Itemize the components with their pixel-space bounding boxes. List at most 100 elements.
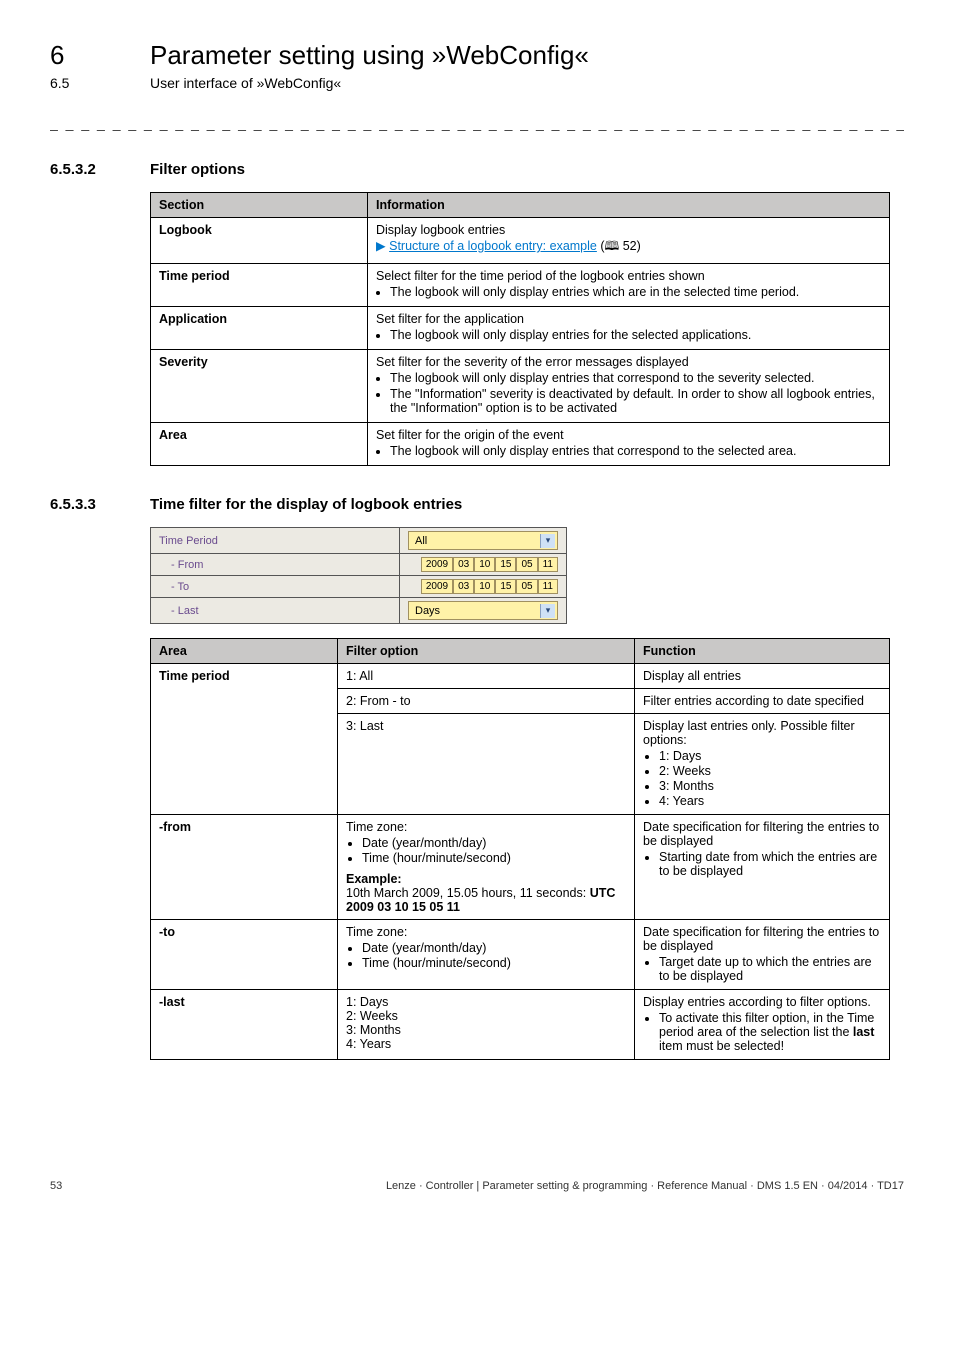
cell-function: Filter entries according to date specifi… xyxy=(635,689,890,714)
cell-area: Time period xyxy=(151,664,338,815)
link-arrow-icon: ▶ xyxy=(376,239,386,253)
cell-function: Display last entries only. Possible filt… xyxy=(635,714,890,815)
fn-bold: last xyxy=(853,1025,875,1039)
fn-bullet: Starting date from which the entries are… xyxy=(659,850,881,878)
fn-text: To activate this filter option, in the T… xyxy=(659,1011,874,1039)
th-area: Area xyxy=(151,639,338,664)
opt-bullet: Time (hour/minute/second) xyxy=(362,956,626,970)
last-unit-select[interactable]: Days ▾ xyxy=(408,601,558,620)
table-row: Severity Set filter for the severity of … xyxy=(151,350,890,423)
table-row: -last 1: Days 2: Weeks 3: Months 4: Year… xyxy=(151,990,890,1060)
cell-section: Time period xyxy=(151,264,368,307)
opt-line: 1: Days xyxy=(346,995,388,1009)
time-period-select[interactable]: All ▾ xyxy=(408,531,558,550)
from-date-field[interactable]: 2009 03 10 15 05 11 xyxy=(421,557,558,572)
seg: 11 xyxy=(538,557,558,572)
chapter-title: Parameter setting using »WebConfig« xyxy=(150,40,589,71)
table-row: -to Time zone: Date (year/month/day) Tim… xyxy=(151,920,890,990)
cell-function: Display all entries xyxy=(635,664,890,689)
separator-dashes: _ _ _ _ _ _ _ _ _ _ _ _ _ _ _ _ _ _ _ _ … xyxy=(50,115,904,131)
cell-section: Logbook xyxy=(151,218,368,264)
footer-text: Lenze · Controller | Parameter setting &… xyxy=(386,1180,904,1192)
fn-text: item must be selected! xyxy=(659,1039,784,1053)
cell-function: Date specification for filtering the ent… xyxy=(635,815,890,920)
table-row: -from Time zone: Date (year/month/day) T… xyxy=(151,815,890,920)
cell-info: Select filter for the time period of the… xyxy=(368,264,890,307)
info-bullet: The "Information" severity is deactivate… xyxy=(390,387,881,415)
info-line: Select filter for the time period of the… xyxy=(376,269,705,283)
opt-line: Time zone: xyxy=(346,925,407,939)
logbook-structure-link[interactable]: Structure of a logbook entry: example xyxy=(389,239,597,253)
to-date-field[interactable]: 2009 03 10 15 05 11 xyxy=(421,579,558,594)
fn-bullet: 1: Days xyxy=(659,749,881,763)
example-text: 10th March 2009, 15.05 hours, 11 seconds… xyxy=(346,886,590,900)
cell-option: 3: Last xyxy=(338,714,635,815)
seg: 10 xyxy=(474,579,495,594)
time-filter-screenshot: Time Period All ▾ - From 2009 03 10 15 0… xyxy=(150,527,567,624)
fn-line: Display entries according to filter opti… xyxy=(643,995,871,1009)
opt-line: Time zone: xyxy=(346,820,407,834)
opt-bullet: Date (year/month/day) xyxy=(362,941,626,955)
table-row: Time period Select filter for the time p… xyxy=(151,264,890,307)
seg: 15 xyxy=(495,557,516,572)
section-number: 6.5.3.2 xyxy=(50,161,118,178)
opt-line: 2: Weeks xyxy=(346,1009,398,1023)
info-bullet: The logbook will only display entries th… xyxy=(390,444,881,458)
cell-function: Display entries according to filter opti… xyxy=(635,990,890,1060)
time-filter-table: Area Filter option Function Time period … xyxy=(150,638,890,1060)
cell-area: -to xyxy=(151,920,338,990)
fn-bullet: To activate this filter option, in the T… xyxy=(659,1011,881,1053)
subsection-number: 6.5 xyxy=(50,75,110,91)
opt-bullet: Time (hour/minute/second) xyxy=(362,851,626,865)
fn-bullet: 2: Weeks xyxy=(659,764,881,778)
fake-label: - From xyxy=(151,554,400,576)
chevron-down-icon: ▾ xyxy=(540,534,555,548)
seg: 11 xyxy=(538,579,558,594)
subsection-title: User interface of »WebConfig« xyxy=(150,75,341,91)
seg: 03 xyxy=(453,579,474,594)
seg: 15 xyxy=(495,579,516,594)
section-number: 6.5.3.3 xyxy=(50,496,118,513)
section-title: Filter options xyxy=(150,161,245,178)
info-line: Set filter for the application xyxy=(376,312,524,326)
cell-option: 2: From - to xyxy=(338,689,635,714)
opt-line: 3: Months xyxy=(346,1023,401,1037)
info-line: Set filter for the severity of the error… xyxy=(376,355,689,369)
th-filter-option: Filter option xyxy=(338,639,635,664)
cell-section: Severity xyxy=(151,350,368,423)
cell-info: Set filter for the application The logbo… xyxy=(368,307,890,350)
fn-bullet: Target date up to which the entries are … xyxy=(659,955,881,983)
table-row: Time period 1: All Display all entries xyxy=(151,664,890,689)
fn-line: Display last entries only. Possible filt… xyxy=(643,719,855,747)
page-reference: (🕮 52) xyxy=(600,239,640,253)
opt-line: 4: Years xyxy=(346,1037,391,1051)
cell-area: -last xyxy=(151,990,338,1060)
fake-label: - Last xyxy=(151,598,400,624)
chapter-number: 6 xyxy=(50,40,110,71)
th-section: Section xyxy=(151,193,368,218)
section-title: Time filter for the display of logbook e… xyxy=(150,496,462,513)
th-function: Function xyxy=(635,639,890,664)
cell-section: Area xyxy=(151,423,368,466)
seg: 10 xyxy=(474,557,495,572)
th-information: Information xyxy=(368,193,890,218)
seg: 2009 xyxy=(421,579,453,594)
cell-info: Set filter for the origin of the event T… xyxy=(368,423,890,466)
fake-label: - To xyxy=(151,576,400,598)
cell-option: 1: Days 2: Weeks 3: Months 4: Years xyxy=(338,990,635,1060)
seg: 03 xyxy=(453,557,474,572)
seg: 05 xyxy=(516,579,537,594)
cell-function: Date specification for filtering the ent… xyxy=(635,920,890,990)
opt-bullet: Date (year/month/day) xyxy=(362,836,626,850)
select-value: Days xyxy=(415,605,440,617)
info-bullet: The logbook will only display entries fo… xyxy=(390,328,881,342)
cell-section: Application xyxy=(151,307,368,350)
table-row: Area Set filter for the origin of the ev… xyxy=(151,423,890,466)
filter-options-table: Section Information Logbook Display logb… xyxy=(150,192,890,466)
fn-bullet: 3: Months xyxy=(659,779,881,793)
cell-option: 1: All xyxy=(338,664,635,689)
fn-bullet: 4: Years xyxy=(659,794,881,808)
info-bullet: The logbook will only display entries wh… xyxy=(390,285,881,299)
info-line: Display logbook entries xyxy=(376,223,505,237)
table-row: Application Set filter for the applicati… xyxy=(151,307,890,350)
